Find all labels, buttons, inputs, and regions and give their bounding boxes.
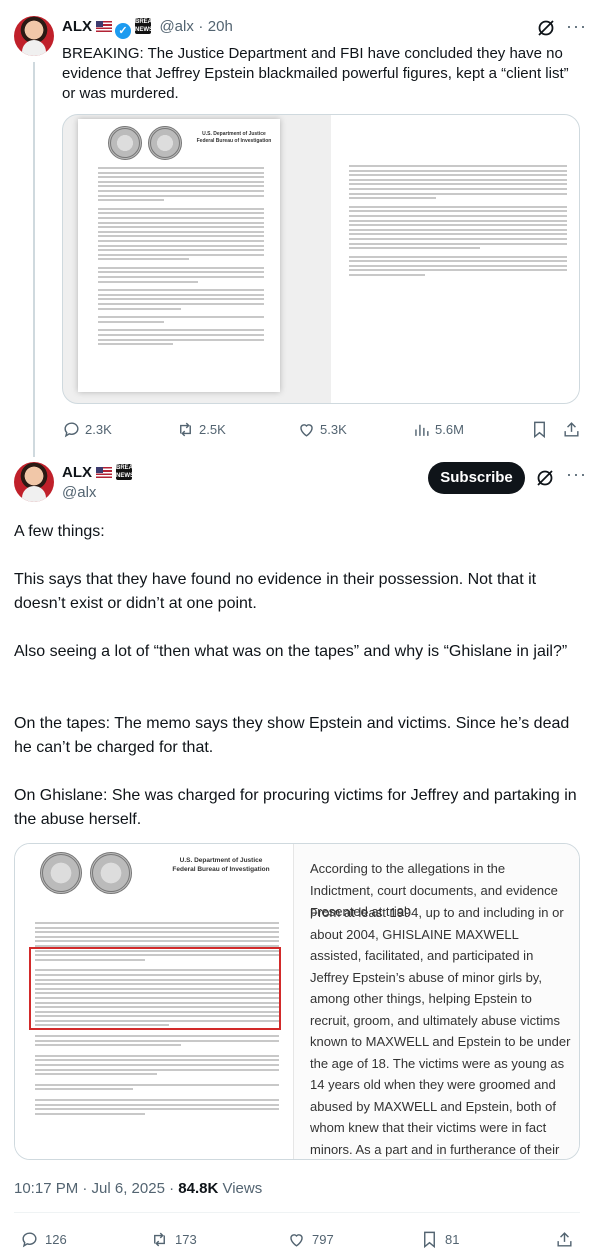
share-icon — [557, 1232, 572, 1247]
separator: · — [198, 18, 204, 35]
views-count: 84.8K — [178, 1180, 219, 1197]
doj-seal-icon — [108, 126, 142, 160]
document-text-lines — [349, 165, 567, 279]
views-button[interactable]: 5.6M — [412, 420, 464, 439]
tweet-timestamp[interactable]: 10:17 PM · Jul 6, 2025 · — [14, 1180, 178, 1197]
author-handle[interactable]: @alx — [62, 484, 96, 501]
document-page-left: U.S. Department of Justice Federal Burea… — [15, 844, 293, 1159]
like-count: 5.3K — [320, 422, 347, 437]
views-count: 5.6M — [435, 422, 464, 437]
document-page-left: U.S. Department of Justice Federal Burea… — [78, 119, 280, 392]
doc-header-line2: Federal Bureau of Investigation — [172, 866, 270, 873]
doc-header: U.S. Department of Justice Federal Burea… — [193, 131, 275, 145]
reply-button[interactable]: 2.3K — [62, 420, 112, 439]
reply-count: 126 — [45, 1232, 67, 1247]
doc-header: U.S. Department of Justice Federal Burea… — [165, 856, 277, 874]
bookmark-button[interactable]: 81 — [420, 1230, 459, 1249]
tweet1-header: ALX ✓BREAKNEWS @alx · 20h — [62, 18, 233, 39]
like-icon — [300, 424, 313, 437]
document-page-right — [331, 115, 579, 403]
author-handle[interactable]: @alx — [159, 18, 193, 35]
fbi-seal-icon — [90, 852, 132, 894]
tweet1-text: BREAKING: The Justice Department and FBI… — [62, 45, 569, 102]
tweet2-paragraph: A few things: — [14, 523, 105, 540]
repost-count: 173 — [175, 1232, 197, 1247]
affiliate-badge-icon[interactable]: BREAKNEWS — [135, 18, 151, 34]
tweet-timestamp-row: 10:17 PM · Jul 6, 2025 · 84.8K Views — [14, 1180, 262, 1197]
repost-button[interactable]: 173 — [150, 1230, 197, 1249]
fbi-seal-icon — [148, 126, 182, 160]
repost-icon — [154, 1232, 165, 1247]
share-button[interactable] — [562, 420, 581, 439]
grok-icon[interactable] — [536, 18, 556, 38]
more-options-icon[interactable]: ··· — [566, 16, 587, 37]
divider — [14, 1212, 580, 1213]
author-name[interactable]: ALX — [62, 464, 92, 481]
bookmark-icon — [424, 1231, 435, 1249]
highlight-box — [29, 947, 281, 1030]
reply-button[interactable]: 126 — [20, 1230, 67, 1249]
doc-header-line1: U.S. Department of Justice — [202, 131, 266, 137]
like-button[interactable]: 5.3K — [297, 420, 347, 439]
repost-button[interactable]: 2.5K — [176, 420, 226, 439]
right-panel-body: From at least 1994, up to and including … — [310, 905, 571, 1157]
like-icon — [290, 1234, 303, 1247]
doc-header-line1: U.S. Department of Justice — [179, 857, 263, 864]
document-page-right: According to the allegations in the Indi… — [294, 844, 579, 1159]
tweet2-paragraph: This says that they have found no eviden… — [14, 571, 537, 612]
repost-icon — [180, 422, 191, 437]
views-label: Views — [218, 1180, 263, 1197]
reply-icon — [22, 1232, 37, 1248]
tweet2-paragraph: Also seeing a lot of “then what was on t… — [14, 643, 568, 660]
like-count: 797 — [312, 1232, 334, 1247]
reply-count: 2.3K — [85, 422, 112, 437]
bookmark-count: 81 — [445, 1232, 460, 1247]
share-button[interactable] — [555, 1230, 574, 1249]
tweet2-media[interactable]: U.S. Department of Justice Federal Burea… — [14, 843, 580, 1160]
author-name[interactable]: ALX — [62, 18, 92, 35]
views-icon — [415, 424, 429, 436]
repost-count: 2.5K — [199, 422, 226, 437]
document-text-lines — [98, 167, 264, 348]
tweet2-paragraph: On the tapes: The memo says they show Ep… — [14, 715, 570, 756]
doc-header-line2: Federal Bureau of Investigation — [196, 138, 272, 144]
doj-seal-icon — [40, 852, 82, 894]
avatar[interactable] — [14, 16, 54, 56]
us-flag-icon — [96, 467, 112, 478]
affiliate-badge-icon[interactable]: BREAKNEWS — [116, 464, 132, 480]
bookmark-icon — [534, 421, 545, 439]
tweet1-media[interactable]: U.S. Department of Justice Federal Burea… — [62, 114, 580, 404]
avatar[interactable] — [14, 462, 54, 502]
bookmark-button[interactable] — [530, 420, 549, 439]
grok-icon[interactable] — [535, 468, 555, 488]
subscribe-button[interactable]: Subscribe — [428, 462, 525, 494]
verified-badge-icon: ✓ — [115, 23, 131, 39]
us-flag-icon — [96, 21, 112, 32]
tweet-time[interactable]: 20h — [208, 18, 233, 35]
tweet2-paragraph: On Ghislane: She was charged for procuri… — [14, 787, 577, 828]
like-button[interactable]: 797 — [287, 1230, 334, 1249]
thread-line — [33, 62, 35, 457]
more-options-icon[interactable]: ··· — [566, 464, 587, 485]
share-icon — [564, 422, 579, 437]
tweet2-author: ALX BREAKNEWS — [62, 464, 132, 482]
reply-icon — [64, 422, 79, 438]
